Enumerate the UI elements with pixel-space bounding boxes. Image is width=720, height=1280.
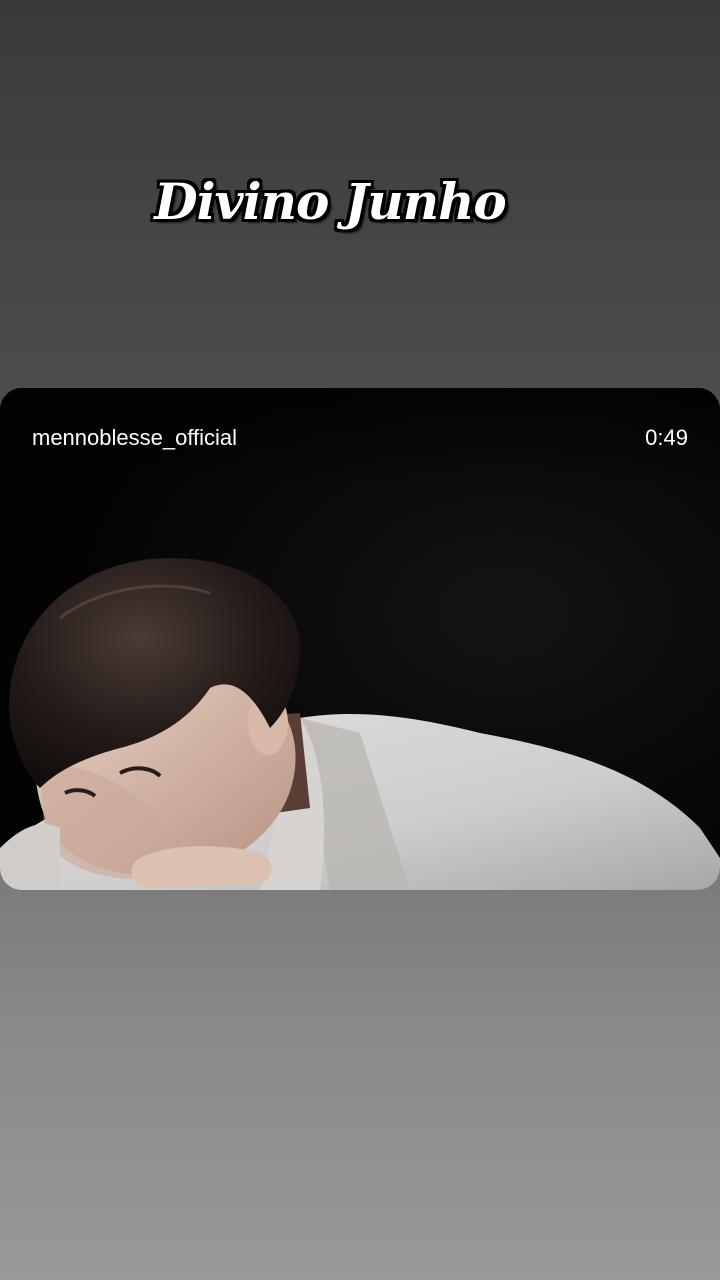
video-username[interactable]: mennoblesse_official (32, 425, 237, 451)
video-duration: 0:49 (645, 425, 688, 450)
story-title: Divino Junho (154, 172, 507, 231)
shared-video-card[interactable] (0, 388, 720, 890)
